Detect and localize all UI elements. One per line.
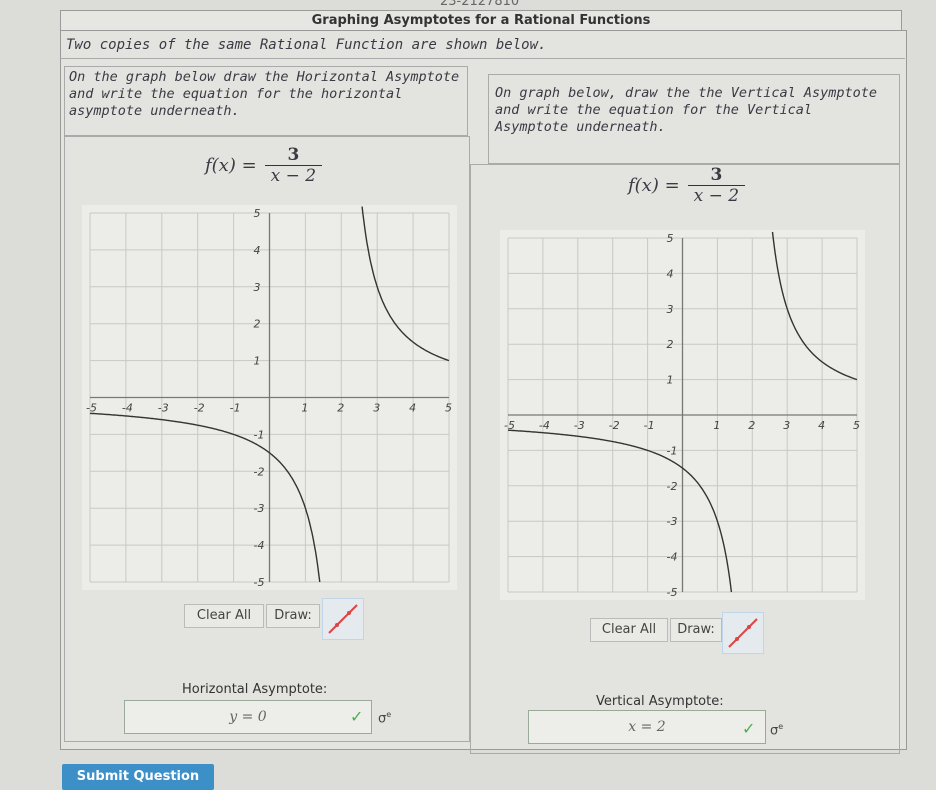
x-tick-label: 5: [445, 402, 452, 415]
curve-left-branch: [508, 429, 733, 593]
x-tick-label: 1: [301, 402, 308, 415]
assignment-id: 23-2127810: [440, 0, 520, 9]
x-tick-label: 2: [748, 419, 755, 432]
y-tick-label: -2: [667, 480, 678, 493]
x-tick-label: 5: [853, 419, 860, 432]
curve-left-branch: [89, 412, 321, 583]
numerator: 3: [710, 165, 723, 185]
y-tick-label: -3: [667, 515, 678, 528]
right-graph-canvas[interactable]: -5 -4 -3 -2 -1 1 2 3 4 554321-1-2-3-4-5: [500, 230, 865, 600]
right-function: f(x) = 3 x − 2: [628, 165, 746, 206]
y-tick-label: 2: [254, 318, 261, 331]
x-tick-label: 4: [409, 402, 416, 415]
y-tick-label: -4: [667, 551, 678, 564]
x-tick-label: 3: [373, 402, 380, 415]
line-tool-icon: [728, 618, 758, 648]
numerator: 3: [287, 145, 300, 165]
x-tick-label: -5: [86, 402, 97, 415]
fraction: 3 x − 2: [687, 165, 746, 206]
y-tick-label: -1: [667, 444, 678, 457]
horizontal-asymptote-input[interactable]: y = 0: [124, 700, 372, 734]
draw-label-right: Draw:: [670, 618, 722, 642]
y-tick-label: -2: [254, 465, 265, 478]
checkmark-icon: ✓: [350, 707, 364, 726]
right-instruction: On graph below, draw the the Vertical As…: [488, 74, 900, 164]
sigma-icon[interactable]: σe: [770, 722, 783, 738]
horizontal-asymptote-label: Horizontal Asymptote:: [182, 682, 328, 697]
vertical-asymptote-label: Vertical Asymptote:: [596, 694, 724, 709]
x-tick-label: 2: [337, 402, 344, 415]
left-function: f(x) = 3 x − 2: [205, 145, 323, 186]
clear-all-button-right[interactable]: Clear All: [590, 618, 668, 642]
x-tick-label: -4: [539, 419, 550, 432]
y-tick-label: 3: [254, 281, 261, 294]
y-tick-label: 1: [254, 355, 261, 368]
y-tick-label: 2: [667, 338, 674, 351]
curve-right-branch: [361, 206, 450, 362]
y-tick-label: 5: [667, 232, 674, 245]
sigma-icon[interactable]: σe: [378, 710, 391, 726]
y-tick-label: -1: [254, 428, 265, 441]
checkmark-icon: ✓: [742, 719, 756, 738]
y-tick-label: -4: [254, 539, 265, 552]
intro-text: Two copies of the same Rational Function…: [60, 31, 905, 59]
curve-right-branch: [771, 231, 858, 381]
submit-question-button[interactable]: Submit Question: [62, 764, 214, 790]
y-tick-label: 3: [667, 303, 674, 316]
page-title: Graphing Asymptotes for a Rational Funct…: [60, 10, 902, 32]
fraction: 3 x − 2: [264, 145, 323, 186]
function-lhs: f(x) =: [628, 175, 680, 196]
x-tick-label: -4: [122, 402, 133, 415]
y-tick-label: -5: [667, 586, 678, 599]
y-tick-label: 1: [667, 374, 674, 387]
line-tool-icon: [328, 604, 358, 634]
left-instruction: On the graph below draw the Horizontal A…: [64, 66, 468, 136]
vertical-asymptote-input[interactable]: x = 2: [528, 710, 766, 744]
x-tick-label: -1: [230, 402, 241, 415]
y-tick-label: 4: [254, 244, 261, 257]
x-tick-label: 3: [783, 419, 790, 432]
x-tick-label: -2: [194, 402, 205, 415]
x-tick-label: -3: [574, 419, 585, 432]
function-lhs: f(x) =: [205, 155, 257, 176]
x-tick-label: 1: [713, 419, 720, 432]
x-tick-label: 4: [818, 419, 825, 432]
line-tool-button-left[interactable]: [322, 598, 364, 640]
draw-label-left: Draw:: [266, 604, 320, 628]
x-tick-label: -3: [158, 402, 169, 415]
x-tick-label: -2: [609, 419, 620, 432]
y-tick-label: -3: [254, 502, 265, 515]
denominator: x − 2: [264, 165, 323, 186]
line-tool-button-right[interactable]: [722, 612, 764, 654]
left-graph-canvas[interactable]: -5 -4 -3 -2 -1 1 2 3 4 5 5 4 3 2 1 -1 -2 -3 -4 -5: [82, 205, 457, 590]
y-tick-label: -5: [254, 576, 265, 589]
clear-all-button-left[interactable]: Clear All: [184, 604, 264, 628]
denominator: x − 2: [687, 185, 746, 206]
x-tick-label: -1: [644, 419, 655, 432]
y-tick-label: 5: [254, 207, 261, 220]
y-tick-label: 4: [667, 267, 674, 280]
